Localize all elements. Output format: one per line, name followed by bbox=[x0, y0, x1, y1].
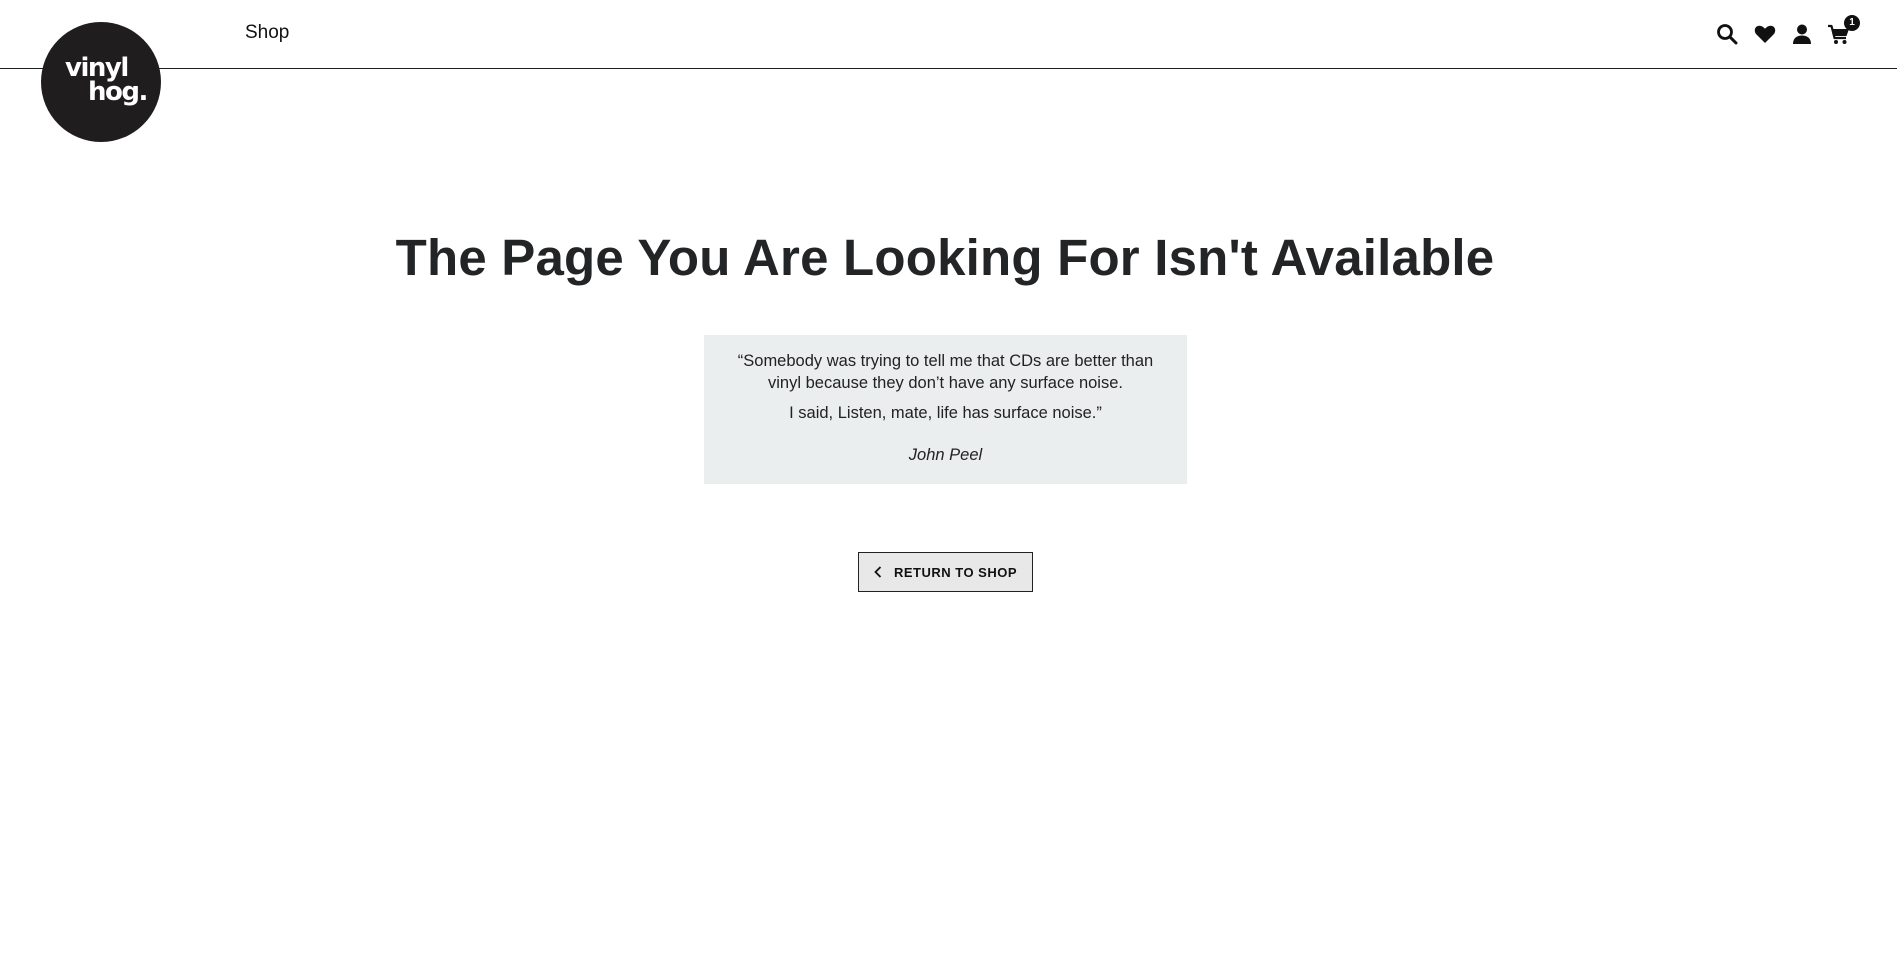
heart-icon[interactable] bbox=[1753, 22, 1777, 46]
logo-wordmark: vinyl hog. bbox=[65, 55, 148, 107]
return-to-shop-button[interactable]: RETURN TO SHOP bbox=[858, 552, 1033, 592]
quote-box: “Somebody was trying to tell me that CDs… bbox=[704, 335, 1187, 484]
site-header: Shop 1 bbox=[0, 0, 1897, 69]
search-icon[interactable] bbox=[1715, 22, 1739, 46]
return-to-shop-label: RETURN TO SHOP bbox=[893, 564, 1018, 580]
quote-text-2: I said, Listen, mate, life has surface n… bbox=[789, 404, 1102, 422]
chevron-left-icon bbox=[874, 566, 882, 578]
logo-line-2: hog. bbox=[88, 77, 148, 107]
quote-author: John Peel bbox=[908, 446, 983, 464]
page-title: The Page You Are Looking For Isn't Avail… bbox=[395, 229, 1495, 286]
quote-text-1: “Somebody was trying to tell me that CDs… bbox=[737, 352, 1154, 392]
user-icon[interactable] bbox=[1790, 22, 1814, 46]
nav-shop-link[interactable]: Shop bbox=[245, 22, 289, 44]
vinyl-hog-logo[interactable]: vinyl hog. bbox=[41, 22, 161, 142]
cart-count-badge: 1 bbox=[1844, 15, 1860, 31]
